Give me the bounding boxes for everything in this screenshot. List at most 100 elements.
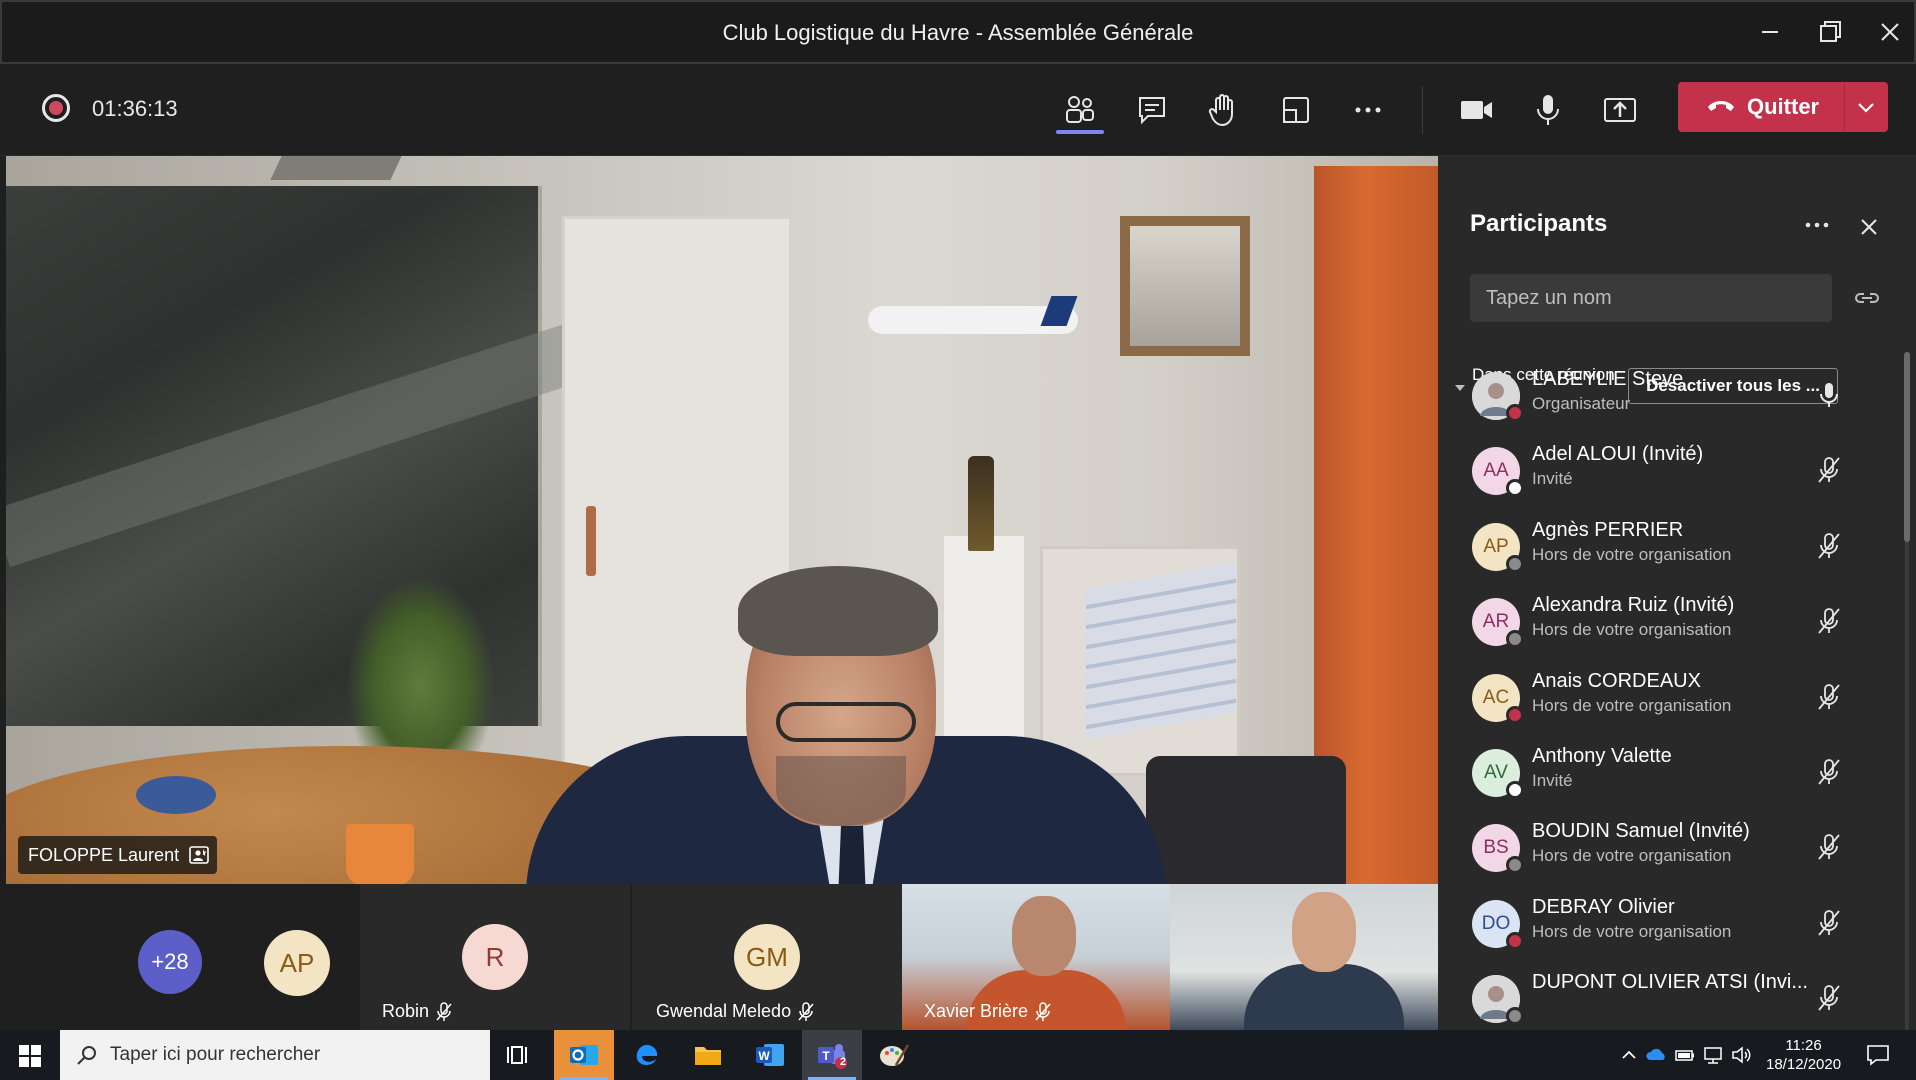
participant-row[interactable]: LABEYLIE Steve Organisateur bbox=[1438, 364, 1898, 439]
minimize-icon[interactable] bbox=[1752, 14, 1788, 50]
mic-on-icon[interactable] bbox=[1816, 380, 1842, 410]
volume-icon[interactable] bbox=[1730, 1044, 1752, 1066]
close-icon[interactable] bbox=[1872, 14, 1908, 50]
gallery-tile-name: Xavier Brière bbox=[924, 1001, 1052, 1022]
video-picture bbox=[1130, 226, 1240, 346]
mic-off-icon[interactable] bbox=[1816, 983, 1842, 1013]
gallery-name-robin: Robin bbox=[382, 1000, 430, 1021]
video-chair bbox=[1146, 756, 1346, 884]
participant-role: Invité bbox=[1532, 469, 1573, 489]
taskbar-clock[interactable]: 11:26 18/12/2020 bbox=[1766, 1036, 1841, 1074]
taskbar-edge[interactable] bbox=[616, 1030, 676, 1080]
speaker-glasses bbox=[776, 702, 916, 742]
mic-off-icon[interactable] bbox=[1816, 908, 1842, 938]
toolbar-divider bbox=[1422, 86, 1423, 134]
restore-icon[interactable] bbox=[1812, 14, 1848, 50]
gallery-tile-robin[interactable]: R Robin bbox=[360, 884, 630, 1030]
participant-search-input[interactable] bbox=[1470, 274, 1832, 322]
overflow-participants-button[interactable]: +28 bbox=[138, 930, 202, 994]
chevron-down-icon[interactable] bbox=[1854, 96, 1878, 118]
taskbar-word[interactable]: W bbox=[740, 1030, 800, 1080]
network-icon[interactable] bbox=[1702, 1044, 1724, 1066]
gallery-tile-gwendal[interactable]: GM Gwendal Meledo bbox=[632, 884, 902, 1030]
more-actions-icon[interactable] bbox=[1346, 88, 1390, 132]
participant-name: DEBRAY Olivier bbox=[1532, 895, 1675, 918]
notifications-icon[interactable] bbox=[1866, 1044, 1890, 1066]
participant-role: Hors de votre organisation bbox=[1532, 921, 1732, 941]
mic-off-icon bbox=[1035, 1002, 1051, 1021]
participant-role: Hors de votre organisation bbox=[1532, 620, 1732, 640]
gallery-tile-name: Gwendal Meledo bbox=[656, 1001, 815, 1022]
participant-name: LABEYLIE Steve bbox=[1532, 368, 1684, 390]
quit-call-button[interactable]: Quitter bbox=[1678, 82, 1888, 132]
participant-row[interactable]: DUPONT OLIVIER ATSI (Invi... bbox=[1438, 967, 1898, 1030]
windows-start-icon[interactable] bbox=[18, 1044, 42, 1068]
title-bar: Club Logistique du Havre - Assemblée Gén… bbox=[0, 0, 1916, 64]
gallery-avatar-ap[interactable]: AP bbox=[264, 930, 330, 996]
presenter-badge-icon bbox=[189, 846, 209, 864]
participant-role: Invité bbox=[1532, 771, 1573, 790]
gallery-video-participant[interactable] bbox=[1170, 884, 1438, 1030]
participants-panel: Participants Dans cette réunion (34) Dés… bbox=[1438, 156, 1916, 1030]
main-video-stream[interactable] bbox=[6, 156, 1438, 884]
raise-hand-icon[interactable] bbox=[1202, 88, 1246, 132]
mic-off-icon[interactable] bbox=[1816, 757, 1842, 787]
mic-off-icon[interactable] bbox=[1816, 682, 1842, 712]
battery-icon[interactable] bbox=[1674, 1044, 1696, 1066]
participant-row[interactable]: AA Adel ALOUI (Invité) Invité bbox=[1438, 439, 1898, 514]
participant-row[interactable]: AC Anais CORDEAUX Hors de votre organisati… bbox=[1438, 666, 1898, 741]
participant-row[interactable]: DO DEBRAY Olivier Hors de votre organisati… bbox=[1438, 892, 1898, 967]
taskbar-search-box[interactable]: Taper ici pour rechercher bbox=[60, 1030, 490, 1080]
gallery-video-xavier[interactable]: Xavier Brière bbox=[902, 884, 1170, 1030]
recording-icon bbox=[42, 94, 70, 122]
chat-icon[interactable] bbox=[1130, 88, 1174, 132]
speaker-name: FOLOPPE Laurent bbox=[28, 845, 180, 865]
share-invite-link-icon[interactable] bbox=[1854, 288, 1880, 308]
camera-icon[interactable] bbox=[1454, 88, 1498, 132]
breakout-rooms-icon[interactable] bbox=[1274, 88, 1318, 132]
presence-status-icon bbox=[1506, 404, 1524, 422]
participant-name: DUPONT OLIVIER ATSI (Invi... bbox=[1532, 971, 1808, 994]
taskbar-paint[interactable] bbox=[864, 1030, 924, 1080]
participants-icon[interactable] bbox=[1058, 88, 1102, 132]
participants-scrollbar[interactable] bbox=[1904, 352, 1910, 1030]
task-view-button[interactable] bbox=[490, 1030, 550, 1080]
mic-off-icon[interactable] bbox=[1816, 606, 1842, 636]
svg-text:W: W bbox=[758, 1049, 770, 1063]
presence-status-icon bbox=[1506, 705, 1524, 724]
participant-role: Hors de votre organisation bbox=[1532, 846, 1732, 866]
gallery-name-xavier: Xavier Brière bbox=[924, 1000, 1029, 1021]
gallery-avatar-gm: GM bbox=[734, 924, 800, 990]
participants-active-indicator bbox=[1056, 130, 1104, 134]
speaker-beard bbox=[776, 756, 906, 826]
participant-row[interactable]: BS BOUDIN Samuel (Invité) Hors de votre or… bbox=[1438, 816, 1898, 891]
xavier-head bbox=[1012, 896, 1076, 976]
video-picture-frame bbox=[1120, 216, 1250, 356]
share-screen-icon[interactable] bbox=[1598, 88, 1642, 132]
task-view-icon bbox=[507, 1046, 527, 1064]
presence-status-icon bbox=[1506, 931, 1524, 950]
taskbar-outlook[interactable] bbox=[554, 1030, 614, 1080]
video-bottle bbox=[968, 456, 994, 551]
taskbar-teams[interactable]: T 2 bbox=[802, 1030, 862, 1080]
taskbar-file-explorer[interactable] bbox=[678, 1030, 738, 1080]
participant-row[interactable]: AR Alexandra Ruiz (Invité) Hors de votre o… bbox=[1438, 590, 1898, 665]
mic-off-icon[interactable] bbox=[1816, 531, 1842, 561]
participant-row[interactable]: AV Anthony Valette Invité bbox=[1438, 741, 1898, 816]
show-hidden-icons-icon[interactable] bbox=[1618, 1044, 1640, 1066]
speaker-hair bbox=[738, 566, 938, 656]
participant-name: Anais CORDEAUX bbox=[1532, 669, 1701, 692]
participant-body bbox=[1244, 964, 1404, 1030]
close-panel-icon[interactable] bbox=[1858, 216, 1880, 238]
more-options-icon[interactable] bbox=[1802, 214, 1832, 236]
microphone-icon[interactable] bbox=[1526, 88, 1570, 132]
video-mug bbox=[346, 824, 414, 884]
participant-row[interactable]: AP Agnès PERRIER Hors de votre organisatio… bbox=[1438, 515, 1898, 590]
hang-up-icon bbox=[1708, 101, 1734, 111]
video-door-handle bbox=[586, 506, 596, 576]
mic-off-icon[interactable] bbox=[1816, 832, 1842, 862]
video-face-mask bbox=[136, 776, 216, 814]
mic-off-icon[interactable] bbox=[1816, 455, 1842, 485]
onedrive-icon[interactable] bbox=[1646, 1044, 1668, 1066]
scrollbar-thumb[interactable] bbox=[1904, 352, 1910, 542]
